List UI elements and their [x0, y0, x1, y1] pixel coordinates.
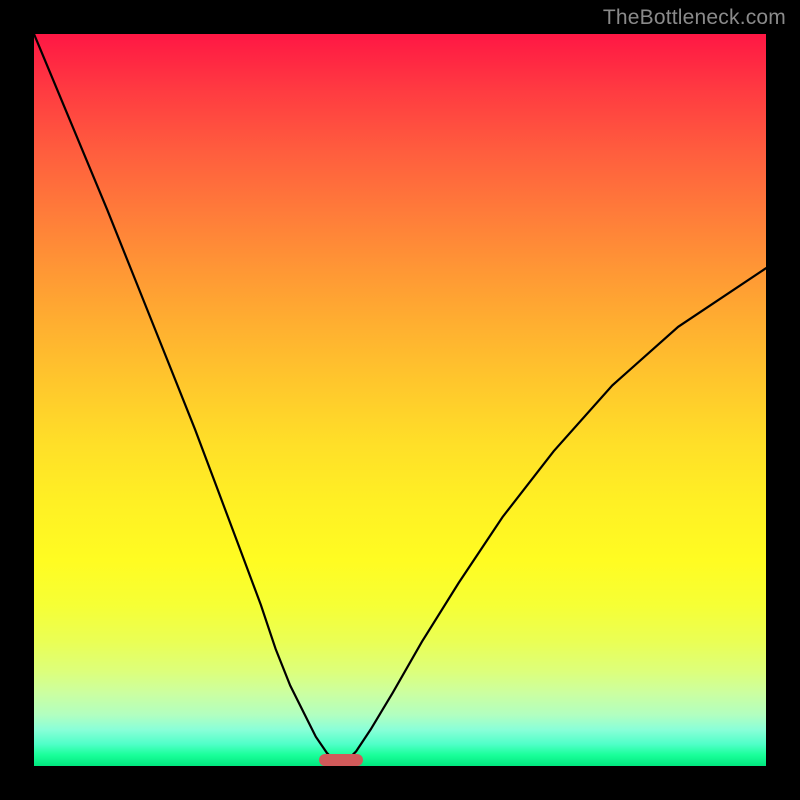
chart-frame: TheBottleneck.com: [0, 0, 800, 800]
bottleneck-curve: [34, 34, 766, 766]
watermark-text: TheBottleneck.com: [603, 6, 786, 30]
optimal-marker: [319, 754, 363, 766]
curve-right-branch: [341, 268, 766, 766]
plot-area: [34, 34, 766, 766]
curve-left-branch: [34, 34, 341, 766]
